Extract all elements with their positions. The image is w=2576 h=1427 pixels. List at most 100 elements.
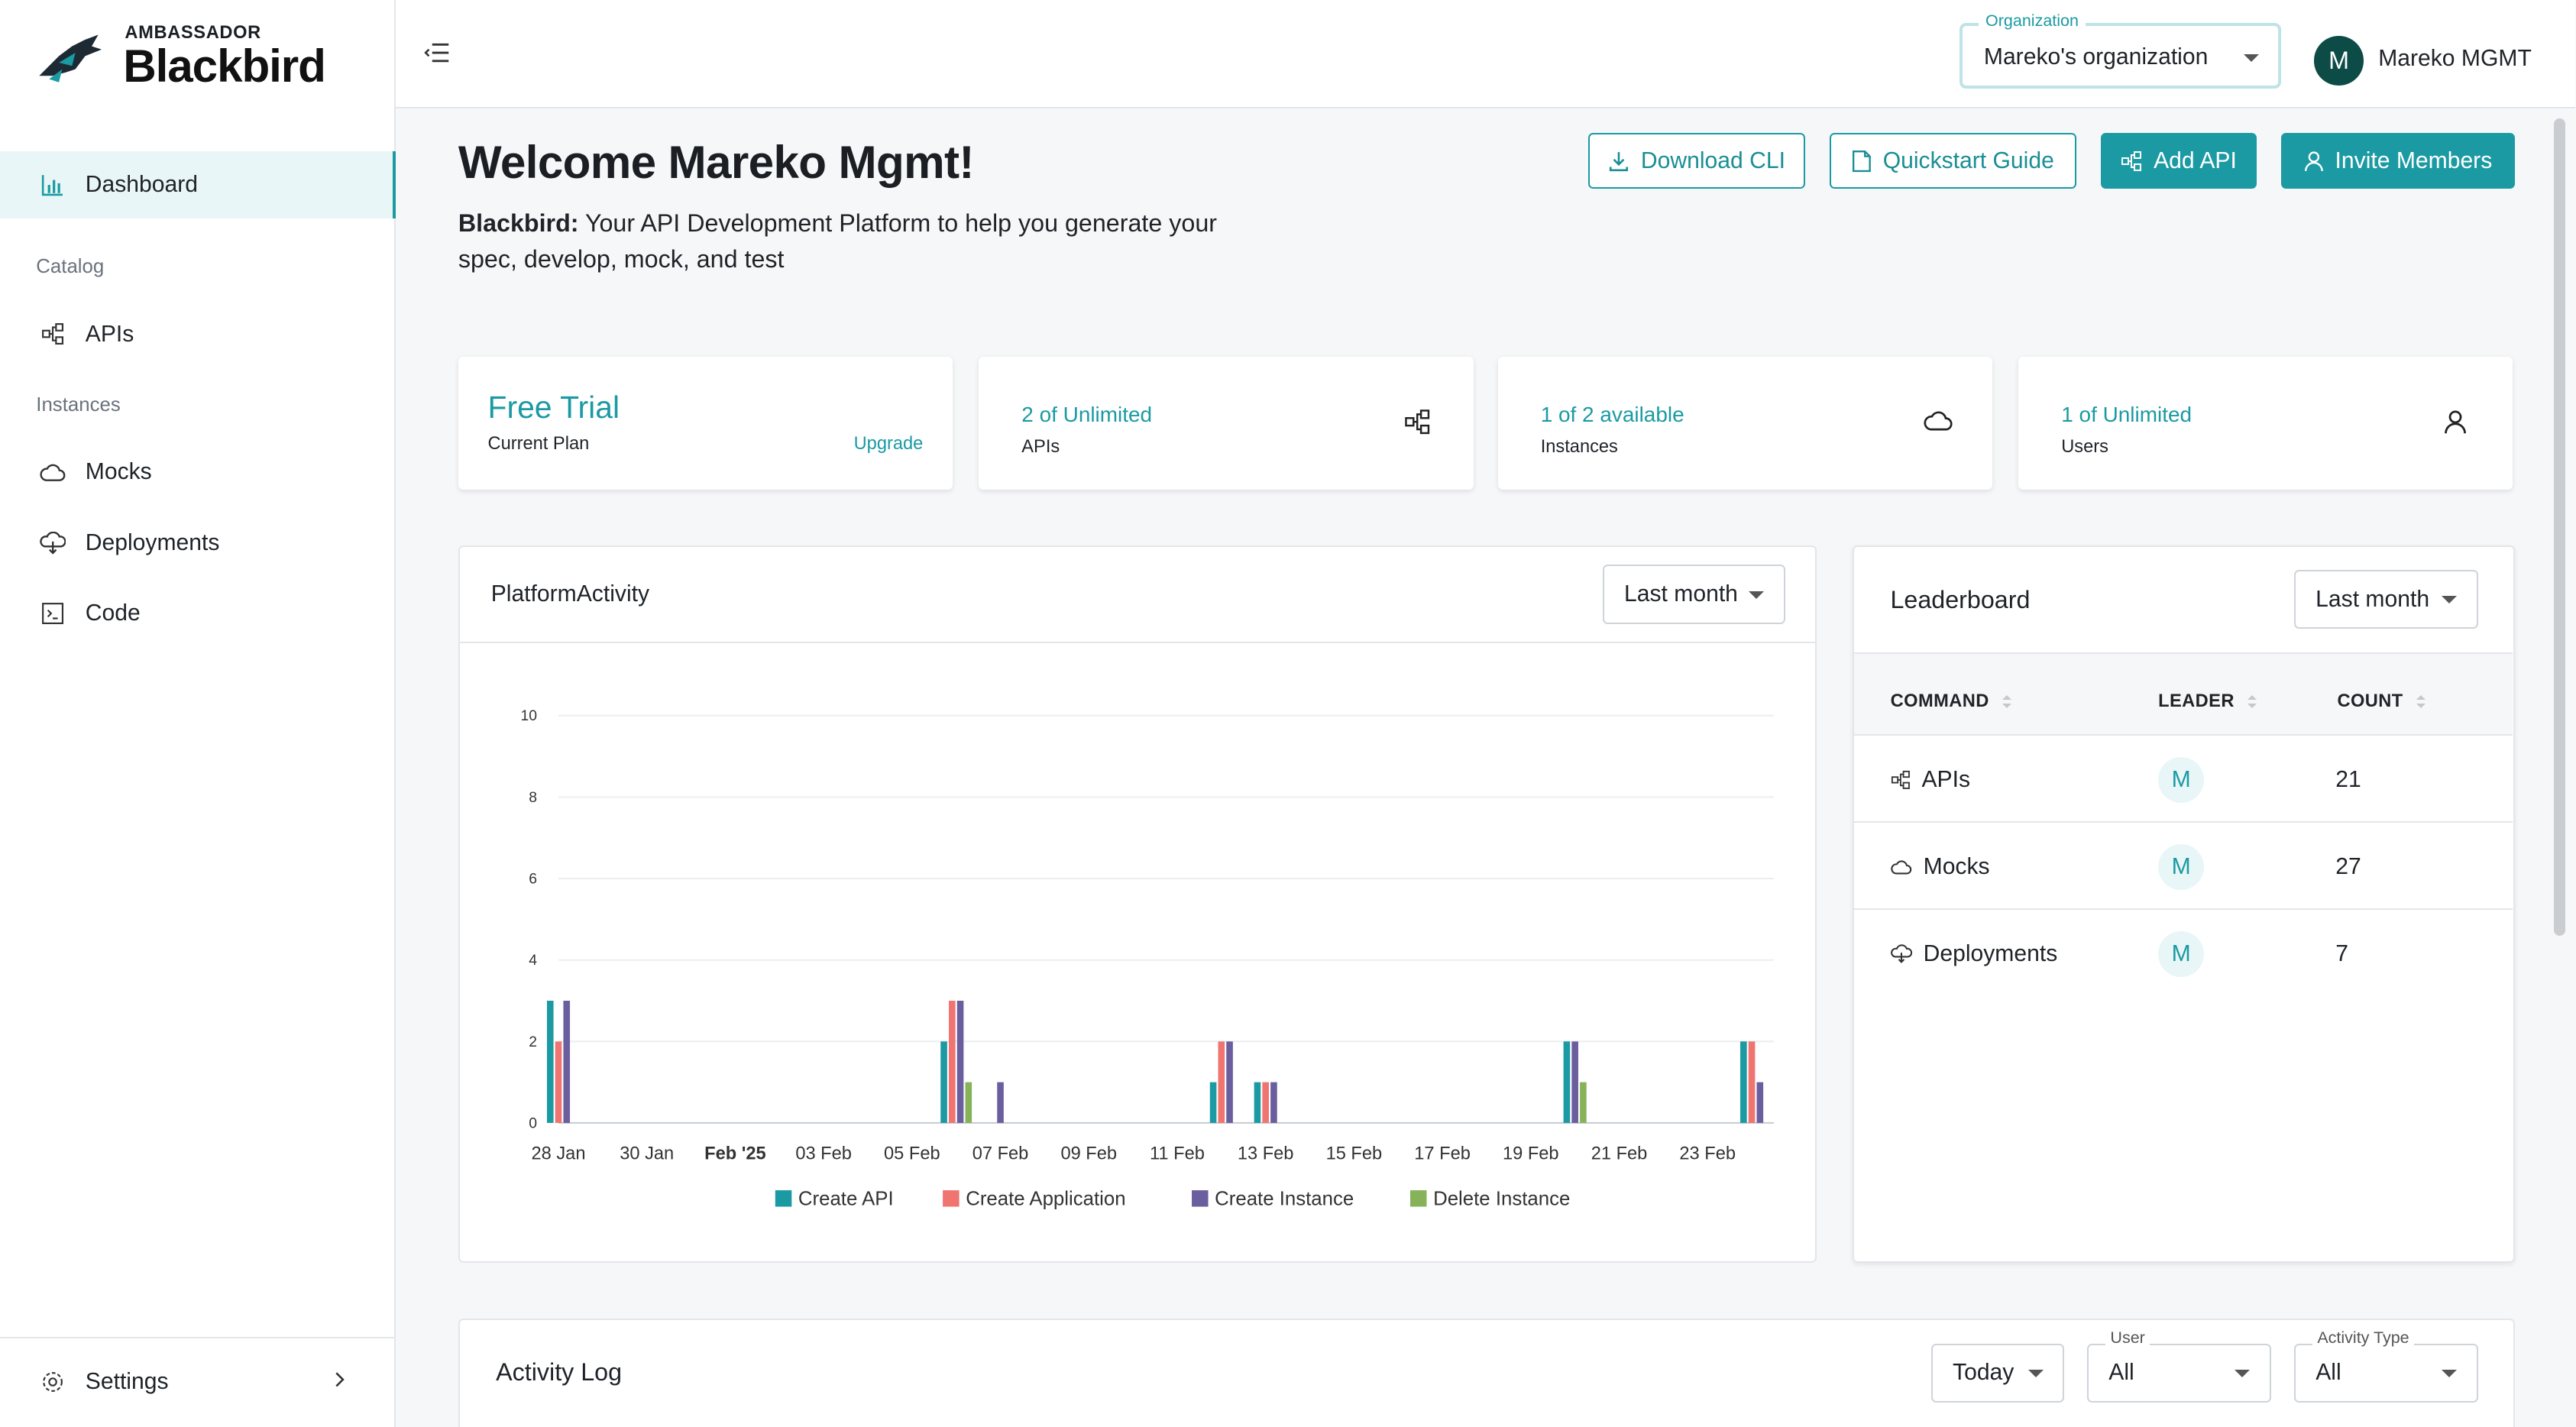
col-count[interactable]: COUNT [2337,691,2426,712]
activity-range-select[interactable]: Last month [1603,565,1785,624]
sort-icon [2248,695,2257,708]
y-tick-label: 10 [520,708,537,725]
user-name[interactable]: Mareko MGMT [2378,46,2532,72]
bar [1748,1041,1756,1124]
sort-icon [2416,695,2426,708]
quickstart-guide-button[interactable]: Quickstart Guide [1830,133,2076,189]
cloud-icon [1890,860,1911,875]
activity-range-value: Last month [1624,581,1738,607]
add-api-button[interactable]: Add API [2100,133,2257,189]
platform-activity-panel: PlatformActivity Last month 0 2 4 6 8 10 28 Ja… [458,545,1817,1264]
bar [956,1001,964,1124]
table-row[interactable]: Deployments M 7 [1854,908,2513,995]
bar [1571,1041,1578,1124]
sidebar-item-label: APIs [85,321,134,347]
upgrade-link[interactable]: Upgrade [854,434,924,455]
bar [965,1082,972,1124]
bar [1756,1082,1763,1124]
users-value: 1 of Unlimited [2061,402,2193,426]
brand-name: Blackbird [123,40,326,92]
legend-swatch [942,1190,960,1208]
count-value: 27 [2335,853,2361,879]
y-tick-label: 6 [529,871,537,888]
caret-down-icon [2235,1369,2251,1377]
sidebar-item-apis[interactable]: APIs [0,300,396,367]
x-tick-label: Feb '25 [704,1144,766,1164]
activity-type-select[interactable]: Activity Type All [2294,1328,2479,1403]
sidebar-item-code[interactable]: Code [0,580,396,647]
api-icon [1891,770,1910,789]
sidebar-item-mocks[interactable]: Mocks [0,438,396,506]
bar [1218,1041,1225,1124]
sidebar-item-label: Dashboard [85,171,199,197]
api-icon [40,321,66,347]
leader-avatar: M [2158,756,2205,804]
instances-card: 1 of 2 available Instances [1497,356,1992,490]
bird-icon [39,34,102,83]
activity-type-value: All [2315,1360,2341,1386]
plan-label: Current Plan [487,433,590,454]
sidebar-item-settings[interactable]: Settings [0,1348,396,1416]
x-tick-label: 09 Feb [1060,1144,1117,1164]
button-label: Add API [2154,147,2237,173]
user-icon [2444,409,2470,435]
apis-card: 2 of Unlimited APIs [979,356,1474,490]
count-value: 21 [2335,766,2361,792]
bar [1262,1082,1269,1124]
legend-label: Create Application [966,1189,1125,1210]
sidebar: AMBASSADOR Blackbird Dashboard Catalog A… [0,0,396,1427]
bar [546,1001,554,1124]
bar [940,1041,947,1124]
apis-label: APIs [1021,436,1060,457]
legend-swatch [1191,1190,1209,1208]
bar [563,1001,570,1124]
legend-label: Create Instance [1215,1189,1354,1210]
invite-members-button[interactable]: Invite Members [2281,133,2515,189]
bar [1563,1041,1571,1124]
download-cli-button[interactable]: Download CLI [1588,133,1805,189]
page-scrollbar[interactable] [2554,118,2566,937]
y-tick-label: 2 [529,1034,537,1050]
sidebar-item-dashboard[interactable]: Dashboard [0,150,396,218]
command-label: Mocks [1923,853,1990,879]
x-tick-label: 15 Feb [1325,1144,1382,1164]
plan-card: Free Trial Current Plan Upgrade [458,356,953,490]
sidebar-item-label: Settings [85,1369,169,1395]
leaderboard-range-select[interactable]: Last month [2294,569,2479,629]
x-tick-label: 30 Jan [620,1144,674,1164]
sidebar-item-deployments[interactable]: Deployments [0,510,396,577]
user-filter-value: All [2108,1360,2134,1386]
user-avatar[interactable]: M [2314,36,2364,86]
x-tick-label: 28 Jan [531,1144,585,1164]
cloud-icon [40,459,66,485]
organization-select[interactable]: Organization Mareko's organization [1959,11,2282,89]
count-value: 7 [2335,940,2349,966]
command-cell: APIs [1891,767,1970,793]
user-filter-select[interactable]: User All [2087,1328,2272,1403]
sidebar-footer: Settings [0,1337,396,1427]
table-row[interactable]: APIs M 21 [1854,734,2513,821]
bar [1254,1082,1261,1124]
col-leader[interactable]: LEADER [2158,691,2257,712]
caret-down-icon [1749,591,1765,599]
blackbird-logo[interactable]: AMBASSADOR Blackbird [36,23,364,95]
x-tick-label: 21 Feb [1591,1144,1648,1164]
instances-value: 1 of 2 available [1540,402,1684,426]
subtitle-brand: Blackbird: [458,209,579,237]
users-label: Users [2061,436,2108,457]
command-label: Deployments [1923,940,2058,966]
x-tick-label: 11 Feb [1150,1144,1205,1164]
table-row[interactable]: Mocks M 27 [1854,821,2513,908]
organization-value: Mareko's organization [1983,44,2209,70]
x-tick-label: 03 Feb [795,1144,852,1164]
activity-log-range-select[interactable]: Today [1931,1343,2065,1403]
bar [1270,1082,1277,1124]
button-label: Invite Members [2335,147,2493,173]
activity-log-title: Activity Log [496,1357,623,1386]
x-tick-label: 13 Feb [1238,1144,1294,1164]
section-instances: Instances [36,394,121,416]
collapse-menu-icon[interactable] [424,41,450,67]
activity-type-legend: Activity Type [2312,1328,2415,1348]
leader-avatar: M [2158,930,2205,978]
col-command[interactable]: COMMAND [1891,691,2011,712]
